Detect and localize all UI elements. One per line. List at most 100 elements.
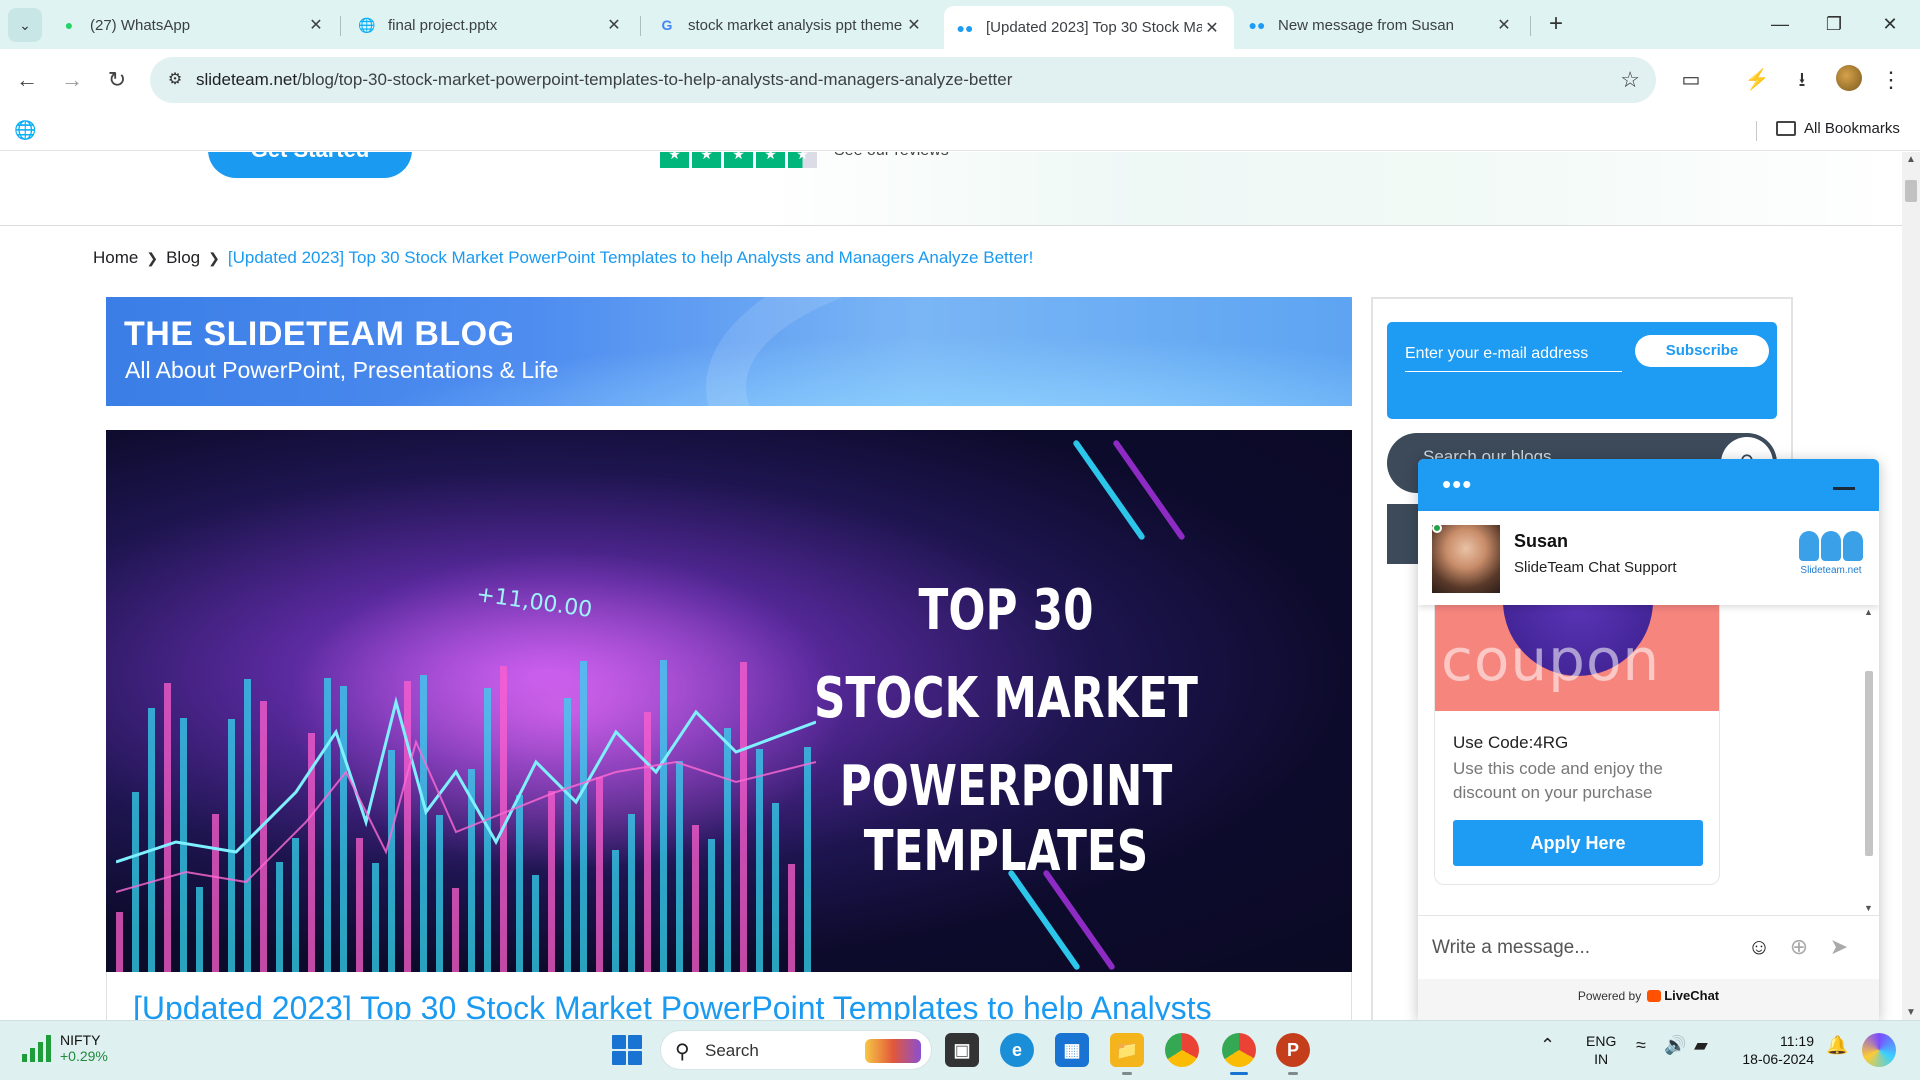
decor-stripe (1072, 439, 1146, 541)
scroll-down-arrow-icon[interactable]: ▼ (1864, 903, 1873, 913)
tab-google-search[interactable]: G stock market analysis ppt theme ✕ (646, 6, 936, 44)
message-input[interactable] (1432, 930, 1732, 966)
livechat-logo-icon (1647, 990, 1662, 1002)
apply-here-button[interactable]: Apply Here (1453, 820, 1703, 866)
email-field[interactable] (1405, 336, 1622, 372)
more-options-icon[interactable]: ••• (1442, 469, 1472, 500)
decor-bar (756, 749, 763, 972)
coupon-image-word: coupon (1441, 626, 1661, 694)
star-icon: ★ (756, 152, 785, 168)
close-tab-icon[interactable]: ✕ (1202, 18, 1222, 38)
powerpoint-icon[interactable]: P (1276, 1033, 1310, 1075)
site-info-icon[interactable]: ⚙ (164, 69, 186, 91)
close-tab-icon[interactable]: ✕ (306, 15, 326, 35)
new-tab-button[interactable]: + (1541, 10, 1571, 40)
article-card: [Updated 2023] Top 30 Stock Market Power… (106, 972, 1352, 1020)
chrome-profile-icon[interactable] (1222, 1033, 1256, 1075)
top-hero-strip: Get Started ★ ★ ★ ★ ★ See our reviews (0, 152, 1902, 226)
close-tab-icon[interactable]: ✕ (1494, 15, 1514, 35)
chevron-up-icon[interactable]: ⌃ (1540, 1035, 1555, 1056)
download-icon[interactable]: ⭳ (1785, 63, 1819, 97)
minimize-chat-icon[interactable] (1833, 487, 1855, 490)
decor-bar (788, 864, 795, 972)
scroll-thumb[interactable] (1905, 180, 1917, 202)
chrome-icon[interactable] (1165, 1033, 1199, 1067)
decor-bar (148, 708, 155, 972)
url-text[interactable]: slideteam.net/blog/top-30-stock-market-p… (196, 70, 1012, 90)
wifi-icon[interactable]: ≈ (1636, 1035, 1646, 1056)
edge-icon[interactable]: e (1000, 1033, 1034, 1067)
globe-icon: 🌐 (358, 16, 376, 33)
tab-final-project[interactable]: 🌐 final project.pptx ✕ (346, 6, 636, 44)
breadcrumb-home[interactable]: Home (93, 248, 138, 268)
copilot-icon[interactable] (1862, 1033, 1896, 1067)
battery-icon[interactable]: ▰ (1694, 1035, 1708, 1056)
blog-banner[interactable]: THE SLIDETEAM BLOG All About PowerPoint,… (106, 297, 1352, 406)
decor-bar (564, 698, 571, 972)
decor-bar (132, 792, 139, 972)
all-bookmarks-button[interactable]: All Bookmarks (1776, 120, 1900, 137)
menu-kebab-icon[interactable]: ⋮ (1880, 63, 1902, 97)
close-tab-icon[interactable]: ✕ (604, 15, 624, 35)
decor-bar (740, 662, 747, 972)
tab-new-message[interactable]: ●● New message from Susan ✕ (1236, 6, 1526, 44)
decor-bar (372, 863, 379, 972)
article-title[interactable]: [Updated 2023] Top 30 Stock Market Power… (133, 990, 1212, 1020)
slideteam-icon: ●● (956, 19, 974, 36)
extensions-icon[interactable]: ▭ (1674, 63, 1708, 97)
bookmarks-bar: 🌐 All Bookmarks (0, 111, 1920, 151)
decor-bar (532, 875, 539, 972)
market-widget[interactable]: NIFTY +0.29% (22, 1032, 108, 1064)
decor-bar (116, 912, 123, 972)
chevron-down-icon: ⌄ (19, 16, 31, 33)
restore-button[interactable]: ❐ (1804, 8, 1864, 40)
language-indicator[interactable]: ENG IN (1586, 1032, 1616, 1068)
reviews-link[interactable]: See our reviews (834, 152, 949, 160)
decor-bar (548, 791, 555, 972)
scroll-up-arrow-icon[interactable]: ▲ (1906, 154, 1916, 165)
minimize-button[interactable]: — (1750, 8, 1810, 40)
volume-icon[interactable]: 🔊 (1664, 1035, 1686, 1056)
scroll-up-arrow-icon[interactable]: ▲ (1864, 607, 1873, 617)
tab-slideteam-blog[interactable]: ●● [Updated 2023] Top 30 Stock Ma ✕ (944, 6, 1234, 49)
system-clock[interactable]: 11:19 18-06-2024 (1724, 1032, 1814, 1068)
reload-button[interactable]: ↻ (100, 63, 134, 97)
coupon-card: discount coupon Use Code:4RG Use this co… (1434, 605, 1720, 885)
notification-bell-icon[interactable]: 🔔 (1826, 1035, 1848, 1056)
subscribe-button[interactable]: Subscribe (1635, 335, 1769, 367)
breadcrumb-blog[interactable]: Blog (166, 248, 200, 268)
decor-bar (772, 803, 779, 972)
taskbar-search[interactable]: ⚲ Search (660, 1030, 932, 1070)
forward-button[interactable]: → (55, 63, 89, 97)
livechat-brand[interactable]: LiveChat (1664, 988, 1719, 1003)
clock-time: 11:19 (1780, 1033, 1814, 1049)
get-started-button[interactable]: Get Started (208, 152, 412, 178)
page-scrollbar[interactable]: ▲ ▼ (1902, 152, 1920, 1020)
tab-search-button[interactable]: ⌄ (8, 8, 42, 42)
task-view-icon[interactable]: ▣ (945, 1033, 979, 1067)
store-icon[interactable]: ▦ (1055, 1033, 1089, 1067)
windows-taskbar: NIFTY +0.29% ⚲ Search ▣ e ▦ 📁 P ⌃ ENG IN… (0, 1020, 1920, 1080)
region-code: IN (1594, 1051, 1609, 1067)
profile-avatar[interactable] (1836, 65, 1862, 91)
send-icon[interactable]: ➤ (1824, 932, 1854, 962)
chat-header: ••• (1418, 459, 1879, 511)
chat-composer: ☺ ⊕ ➤ (1418, 915, 1879, 979)
globe-icon[interactable]: 🌐 (14, 120, 36, 141)
star-icon: ★ (692, 152, 721, 168)
start-button[interactable] (612, 1035, 642, 1065)
chat-scroll-thumb[interactable] (1865, 671, 1873, 856)
bookmark-star-icon[interactable]: ☆ (1620, 67, 1640, 93)
back-button[interactable]: ← (10, 63, 44, 97)
chat-scrollbar[interactable]: ▲ ▼ (1863, 605, 1875, 915)
search-icon: ⚲ (675, 1041, 690, 1063)
performance-icon[interactable]: ⚡ (1740, 63, 1774, 97)
attach-icon[interactable]: ⊕ (1784, 932, 1814, 962)
address-bar[interactable]: ⚙ slideteam.net/blog/top-30-stock-market… (150, 57, 1656, 103)
close-tab-icon[interactable]: ✕ (904, 15, 924, 35)
tab-whatsapp[interactable]: ● (27) WhatsApp ✕ (48, 6, 338, 44)
emoji-icon[interactable]: ☺ (1744, 932, 1774, 962)
file-explorer-icon[interactable]: 📁 (1110, 1033, 1144, 1075)
close-window-button[interactable]: ✕ (1860, 8, 1920, 40)
scroll-down-arrow-icon[interactable]: ▼ (1906, 1007, 1916, 1018)
